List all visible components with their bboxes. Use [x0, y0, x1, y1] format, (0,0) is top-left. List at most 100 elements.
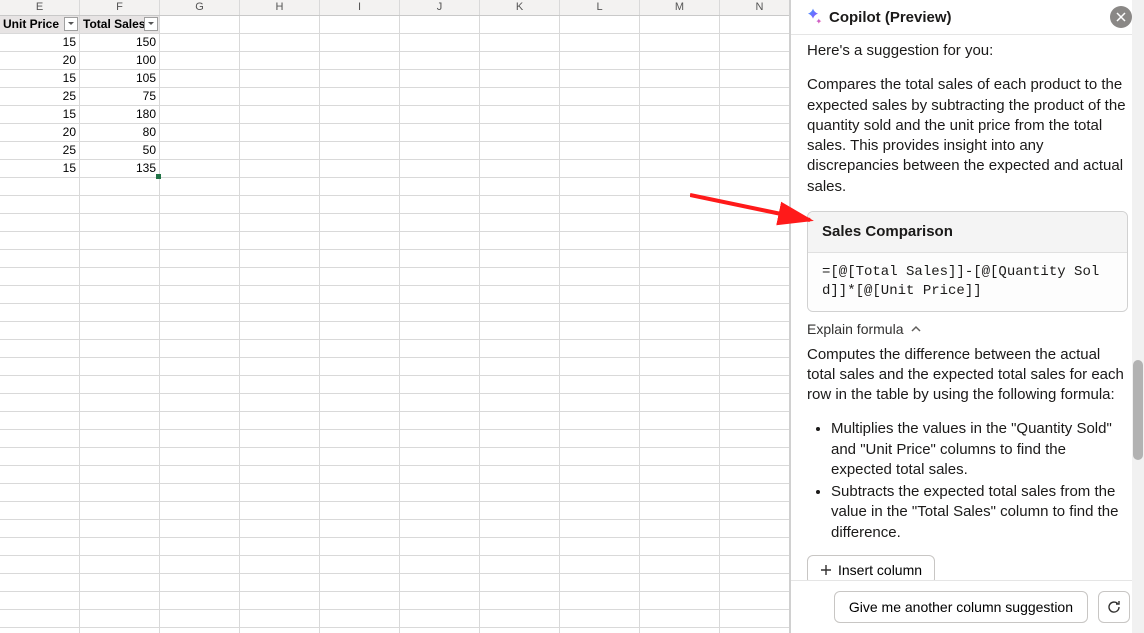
- empty-cell[interactable]: [560, 142, 640, 159]
- empty-cell[interactable]: [0, 592, 80, 609]
- empty-cell[interactable]: [560, 628, 640, 633]
- empty-cell[interactable]: [0, 358, 80, 375]
- cell-total-sales[interactable]: 80: [80, 124, 160, 141]
- empty-cell[interactable]: [80, 574, 160, 591]
- spreadsheet-grid[interactable]: E F G H I J K L M N O Unit PriceTotal Sa…: [0, 0, 790, 633]
- empty-cell[interactable]: [400, 466, 480, 483]
- empty-cell[interactable]: [400, 232, 480, 249]
- empty-cell[interactable]: [320, 34, 400, 51]
- empty-cell[interactable]: [720, 214, 790, 231]
- empty-cell[interactable]: [160, 538, 240, 555]
- empty-cell[interactable]: [480, 412, 560, 429]
- empty-cell[interactable]: [560, 430, 640, 447]
- empty-cell[interactable]: [720, 286, 790, 303]
- empty-cell[interactable]: [720, 538, 790, 555]
- empty-cell[interactable]: [480, 610, 560, 627]
- empty-cell[interactable]: [640, 286, 720, 303]
- empty-cell[interactable]: [720, 556, 790, 573]
- empty-cell[interactable]: [720, 358, 790, 375]
- empty-cell[interactable]: [80, 628, 160, 633]
- empty-cell[interactable]: [400, 448, 480, 465]
- cell-total-sales[interactable]: 105: [80, 70, 160, 87]
- empty-cell[interactable]: [80, 592, 160, 609]
- empty-cell[interactable]: [400, 268, 480, 285]
- empty-cell[interactable]: [80, 178, 160, 195]
- empty-cell[interactable]: [480, 160, 560, 177]
- empty-cell[interactable]: [320, 376, 400, 393]
- empty-cell[interactable]: [0, 178, 80, 195]
- empty-cell[interactable]: [0, 466, 80, 483]
- empty-cell[interactable]: [720, 268, 790, 285]
- empty-cell[interactable]: [320, 322, 400, 339]
- empty-cell[interactable]: [560, 52, 640, 69]
- cell-unit-price[interactable]: 15: [0, 34, 80, 51]
- pane-body[interactable]: Here's a suggestion for you: Compares th…: [791, 35, 1144, 580]
- empty-cell[interactable]: [720, 178, 790, 195]
- empty-cell[interactable]: [240, 574, 320, 591]
- empty-cell[interactable]: [400, 16, 480, 33]
- empty-cell[interactable]: [160, 70, 240, 87]
- empty-cell[interactable]: [400, 538, 480, 555]
- empty-cell[interactable]: [240, 142, 320, 159]
- empty-cell[interactable]: [240, 268, 320, 285]
- empty-cell[interactable]: [720, 250, 790, 267]
- empty-cell[interactable]: [160, 88, 240, 105]
- empty-cell[interactable]: [560, 520, 640, 537]
- cell-unit-price[interactable]: 20: [0, 124, 80, 141]
- empty-cell[interactable]: [160, 214, 240, 231]
- empty-cell[interactable]: [80, 268, 160, 285]
- empty-cell[interactable]: [160, 34, 240, 51]
- empty-cell[interactable]: [480, 592, 560, 609]
- empty-cell[interactable]: [240, 520, 320, 537]
- empty-cell[interactable]: [480, 286, 560, 303]
- empty-cell[interactable]: [560, 538, 640, 555]
- empty-cell[interactable]: [640, 304, 720, 321]
- empty-cell[interactable]: [400, 628, 480, 633]
- empty-cell[interactable]: [480, 124, 560, 141]
- empty-cell[interactable]: [320, 196, 400, 213]
- empty-cell[interactable]: [480, 88, 560, 105]
- empty-cell[interactable]: [560, 574, 640, 591]
- empty-cell[interactable]: [320, 340, 400, 357]
- empty-cell[interactable]: [0, 610, 80, 627]
- empty-cell[interactable]: [560, 178, 640, 195]
- col-header[interactable]: I: [320, 0, 400, 15]
- filter-button[interactable]: [144, 17, 158, 31]
- col-header[interactable]: K: [480, 0, 560, 15]
- empty-cell[interactable]: [320, 574, 400, 591]
- empty-cell[interactable]: [720, 106, 790, 123]
- empty-cell[interactable]: [640, 214, 720, 231]
- empty-cell[interactable]: [480, 196, 560, 213]
- refresh-button[interactable]: [1098, 591, 1130, 623]
- empty-cell[interactable]: [320, 178, 400, 195]
- empty-cell[interactable]: [400, 196, 480, 213]
- empty-cell[interactable]: [640, 520, 720, 537]
- empty-cell[interactable]: [720, 448, 790, 465]
- empty-cell[interactable]: [160, 484, 240, 501]
- empty-cell[interactable]: [560, 448, 640, 465]
- empty-cell[interactable]: [80, 448, 160, 465]
- empty-cell[interactable]: [80, 304, 160, 321]
- empty-cell[interactable]: [0, 574, 80, 591]
- empty-cell[interactable]: [400, 178, 480, 195]
- empty-cell[interactable]: [720, 142, 790, 159]
- empty-cell[interactable]: [0, 286, 80, 303]
- empty-cell[interactable]: [320, 70, 400, 87]
- empty-cell[interactable]: [400, 502, 480, 519]
- empty-cell[interactable]: [560, 412, 640, 429]
- empty-cell[interactable]: [400, 106, 480, 123]
- empty-cell[interactable]: [320, 250, 400, 267]
- empty-cell[interactable]: [400, 574, 480, 591]
- empty-cell[interactable]: [320, 538, 400, 555]
- empty-cell[interactable]: [80, 196, 160, 213]
- empty-cell[interactable]: [160, 448, 240, 465]
- empty-cell[interactable]: [0, 502, 80, 519]
- empty-cell[interactable]: [0, 340, 80, 357]
- empty-cell[interactable]: [0, 538, 80, 555]
- empty-cell[interactable]: [560, 484, 640, 501]
- empty-cell[interactable]: [400, 304, 480, 321]
- empty-cell[interactable]: [480, 304, 560, 321]
- empty-cell[interactable]: [0, 430, 80, 447]
- empty-cell[interactable]: [160, 502, 240, 519]
- empty-cell[interactable]: [0, 196, 80, 213]
